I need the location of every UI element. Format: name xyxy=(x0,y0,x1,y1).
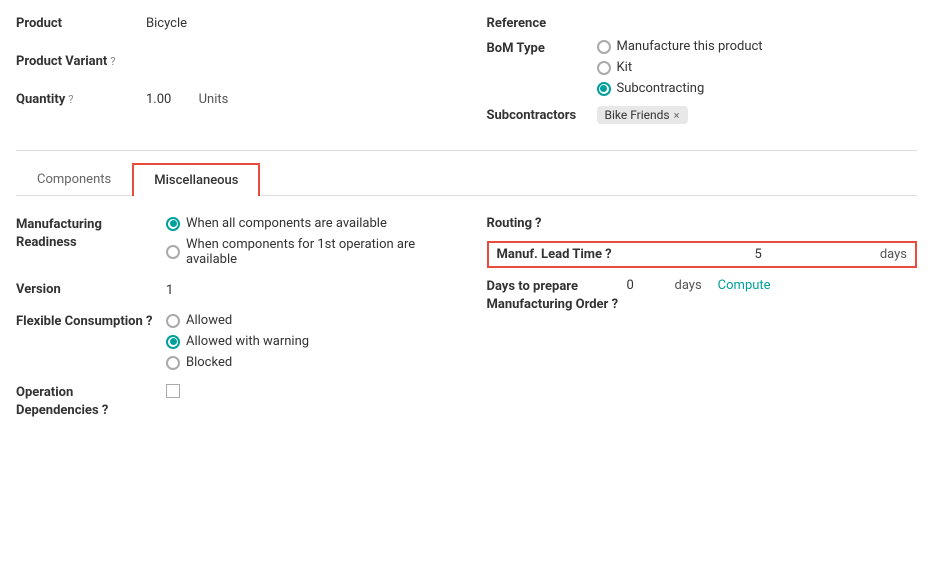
divider-1 xyxy=(16,150,917,151)
days-prepare-label: Days to prepareManufacturing Order ? xyxy=(487,278,627,314)
subcontractors-label: Subcontractors xyxy=(487,108,597,123)
tab-bar: Components Miscellaneous xyxy=(16,163,917,196)
bom-type-label: BoM Type xyxy=(487,39,597,56)
operation-dependencies-checkbox[interactable] xyxy=(166,384,180,398)
manufacturing-readiness-label: ManufacturingReadiness xyxy=(16,216,166,252)
subcontractor-tag: Bike Friends × xyxy=(597,106,688,124)
flexible-consumption-label: Flexible Consumption ? xyxy=(16,313,166,331)
quantity-label: Quantity ? xyxy=(16,92,146,107)
flexible-option-allowed[interactable]: Allowed xyxy=(166,313,309,328)
readiness-first-label: When components for 1st operation are av… xyxy=(186,237,447,267)
product-variant-question[interactable]: ? xyxy=(110,55,115,68)
product-value: Bicycle xyxy=(146,16,187,31)
readiness-options: When all components are available When c… xyxy=(166,216,447,267)
bom-option-subcontracting-label: Subcontracting xyxy=(617,81,705,96)
product-variant-label: Product Variant ? xyxy=(16,54,146,69)
operation-dependencies-label: OperationDependencies ? xyxy=(16,384,166,420)
flexible-allowed-label: Allowed xyxy=(186,313,232,328)
quantity-unit: Units xyxy=(199,92,229,107)
flexible-option-warning[interactable]: Allowed with warning xyxy=(166,334,309,349)
version-value: 1 xyxy=(166,283,173,298)
tab-components[interactable]: Components xyxy=(16,163,132,196)
flexible-options: Allowed Allowed with warning Blocked xyxy=(166,313,309,370)
readiness-option-all[interactable]: When all components are available xyxy=(166,216,447,231)
manuf-lead-time-row: Manuf. Lead Time ? 5 days xyxy=(487,241,918,268)
radio-subcontracting xyxy=(597,82,611,96)
manuf-lead-time-value[interactable]: 5 xyxy=(637,247,880,262)
days-prepare-unit: days xyxy=(675,278,702,293)
subcontractor-close-icon[interactable]: × xyxy=(674,109,680,122)
days-prepare-value: 0 xyxy=(627,278,667,293)
readiness-all-label: When all components are available xyxy=(186,216,387,231)
manuf-lead-time-question[interactable]: ? xyxy=(605,247,611,262)
flexible-option-blocked[interactable]: Blocked xyxy=(166,355,309,370)
flexible-question[interactable]: ? xyxy=(146,314,152,329)
subcontractor-tag-name: Bike Friends xyxy=(605,108,670,122)
radio-allowed-warning xyxy=(166,335,180,349)
readiness-option-first[interactable]: When components for 1st operation are av… xyxy=(166,237,447,267)
reference-label: Reference xyxy=(487,16,918,31)
manuf-lead-time-unit: days xyxy=(880,247,907,262)
bom-option-kit-label: Kit xyxy=(617,60,633,75)
product-label: Product xyxy=(16,16,146,31)
compute-button[interactable]: Compute xyxy=(718,278,771,293)
radio-blocked xyxy=(166,356,180,370)
operation-question[interactable]: ? xyxy=(102,403,108,418)
bom-option-subcontracting[interactable]: Subcontracting xyxy=(597,81,763,96)
flexible-warning-label: Allowed with warning xyxy=(186,334,309,349)
days-prepare-question[interactable]: ? xyxy=(612,297,618,312)
tab-miscellaneous[interactable]: Miscellaneous xyxy=(132,163,260,196)
radio-first-operation xyxy=(166,245,180,259)
radio-all-components xyxy=(166,217,180,231)
manuf-lead-time-label: Manuf. Lead Time ? xyxy=(497,247,637,262)
bom-type-options: Manufacture this product Kit Subcontract… xyxy=(597,39,763,96)
routing-question[interactable]: ? xyxy=(535,216,541,231)
radio-allowed xyxy=(166,314,180,328)
quantity-question[interactable]: ? xyxy=(68,93,73,106)
flexible-blocked-label: Blocked xyxy=(186,355,232,370)
routing-label: Routing ? xyxy=(487,216,918,231)
quantity-value: 1.00 Units xyxy=(146,92,228,107)
bom-option-manufacture-label: Manufacture this product xyxy=(617,39,763,54)
bom-option-manufacture[interactable]: Manufacture this product xyxy=(597,39,763,54)
bom-option-kit[interactable]: Kit xyxy=(597,60,763,75)
version-label: Version xyxy=(16,281,166,299)
radio-kit xyxy=(597,61,611,75)
radio-manufacture xyxy=(597,40,611,54)
